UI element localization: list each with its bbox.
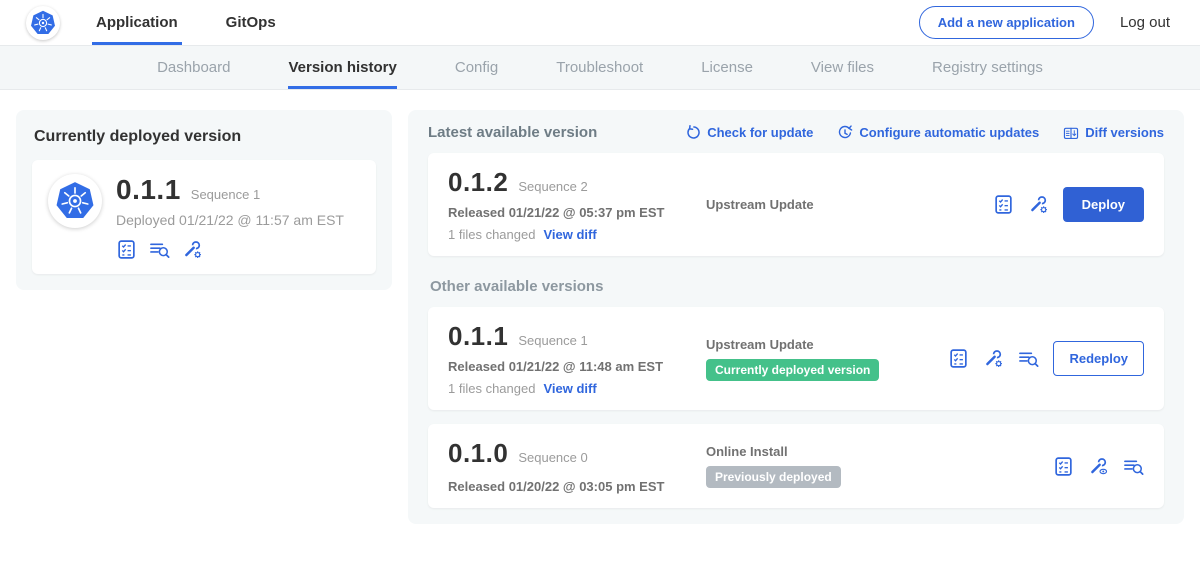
preflight-icon[interactable] <box>1123 456 1144 477</box>
released-timestamp: Released 01/21/22 @ 05:37 pm EST <box>448 205 698 220</box>
currently-deployed-panel: Currently deployed version <box>16 110 392 290</box>
previously-deployed-badge: Previously deployed <box>706 466 841 488</box>
subnav-config[interactable]: Config <box>455 46 498 89</box>
tab-gitops[interactable]: GitOps <box>222 0 280 45</box>
deploy-button[interactable]: Deploy <box>1063 187 1144 222</box>
subnav-view-files[interactable]: View files <box>811 46 874 89</box>
check-for-update-link[interactable]: Check for update <box>685 125 813 141</box>
subnav-dashboard[interactable]: Dashboard <box>157 46 230 89</box>
config-icon[interactable] <box>182 239 203 260</box>
app-kubernetes-icon <box>48 174 102 228</box>
latest-version-title: Latest available version <box>428 124 597 141</box>
release-notes-icon[interactable] <box>993 194 1014 215</box>
deployed-timestamp: Deployed 01/21/22 @ 11:57 am EST <box>116 212 344 228</box>
files-changed-label: 1 files changed <box>448 227 535 242</box>
version-source: Upstream Update <box>706 337 948 352</box>
files-changed-label: 1 files changed <box>448 381 535 396</box>
config-icon[interactable] <box>1028 194 1049 215</box>
version-card-0-1-0: 0.1.0 Sequence 0 Released 01/20/22 @ 03:… <box>428 424 1164 508</box>
configure-updates-label: Configure automatic updates <box>859 125 1039 140</box>
diff-versions-label: Diff versions <box>1085 125 1164 140</box>
kubernetes-logo-icon <box>26 6 60 40</box>
version-number: 0.1.0 <box>448 438 508 469</box>
logout-button[interactable]: Log out <box>1120 14 1170 31</box>
deployed-version-card: 0.1.1 Sequence 1 Deployed 01/21/22 @ 11:… <box>32 160 376 274</box>
sequence-label: Sequence 1 <box>518 333 587 348</box>
schedule-icon <box>837 125 853 141</box>
released-timestamp: Released 01/21/22 @ 11:48 am EST <box>448 359 698 374</box>
app-subnav: Dashboard Version history Config Trouble… <box>0 46 1200 90</box>
subnav-license[interactable]: License <box>701 46 753 89</box>
subnav-troubleshoot[interactable]: Troubleshoot <box>556 46 643 89</box>
preflight-icon[interactable] <box>1018 348 1039 369</box>
currently-deployed-badge: Currently deployed version <box>706 359 879 381</box>
version-source: Upstream Update <box>706 197 993 212</box>
deployed-sequence-label: Sequence 1 <box>191 187 260 202</box>
version-number: 0.1.2 <box>448 167 508 198</box>
version-card-0-1-1: 0.1.1 Sequence 1 Released 01/21/22 @ 11:… <box>428 307 1164 410</box>
view-diff-link[interactable]: View diff <box>543 227 596 242</box>
other-versions-title: Other available versions <box>430 278 1162 295</box>
check-for-update-label: Check for update <box>707 125 813 140</box>
release-notes-icon[interactable] <box>116 239 137 260</box>
configure-updates-link[interactable]: Configure automatic updates <box>837 125 1039 141</box>
config-icon[interactable] <box>983 348 1004 369</box>
app-header: Application GitOps Add a new application… <box>0 0 1200 46</box>
sequence-label: Sequence 2 <box>518 179 587 194</box>
version-source: Online Install <box>706 444 1053 459</box>
version-history-panel: Latest available version Check for updat… <box>408 110 1184 524</box>
add-application-button[interactable]: Add a new application <box>919 6 1094 39</box>
preflight-icon[interactable] <box>149 239 170 260</box>
release-notes-icon[interactable] <box>948 348 969 369</box>
released-timestamp: Released 01/20/22 @ 03:05 pm EST <box>448 479 698 494</box>
tab-application[interactable]: Application <box>92 0 182 45</box>
config-view-icon[interactable] <box>1088 456 1109 477</box>
deployed-panel-title: Currently deployed version <box>34 128 374 146</box>
diff-icon <box>1063 125 1079 141</box>
view-diff-link[interactable]: View diff <box>543 381 596 396</box>
version-number: 0.1.1 <box>448 321 508 352</box>
subnav-version-history[interactable]: Version history <box>288 46 396 89</box>
header-tabs: Application GitOps <box>92 0 320 45</box>
version-card-0-1-2: 0.1.2 Sequence 2 Released 01/21/22 @ 05:… <box>428 153 1164 256</box>
redeploy-button[interactable]: Redeploy <box>1053 341 1144 376</box>
subnav-registry-settings[interactable]: Registry settings <box>932 46 1043 89</box>
sequence-label: Sequence 0 <box>518 450 587 465</box>
refresh-icon <box>685 125 701 141</box>
deployed-version-number: 0.1.1 <box>116 174 181 206</box>
release-notes-icon[interactable] <box>1053 456 1074 477</box>
diff-versions-link[interactable]: Diff versions <box>1063 125 1164 141</box>
